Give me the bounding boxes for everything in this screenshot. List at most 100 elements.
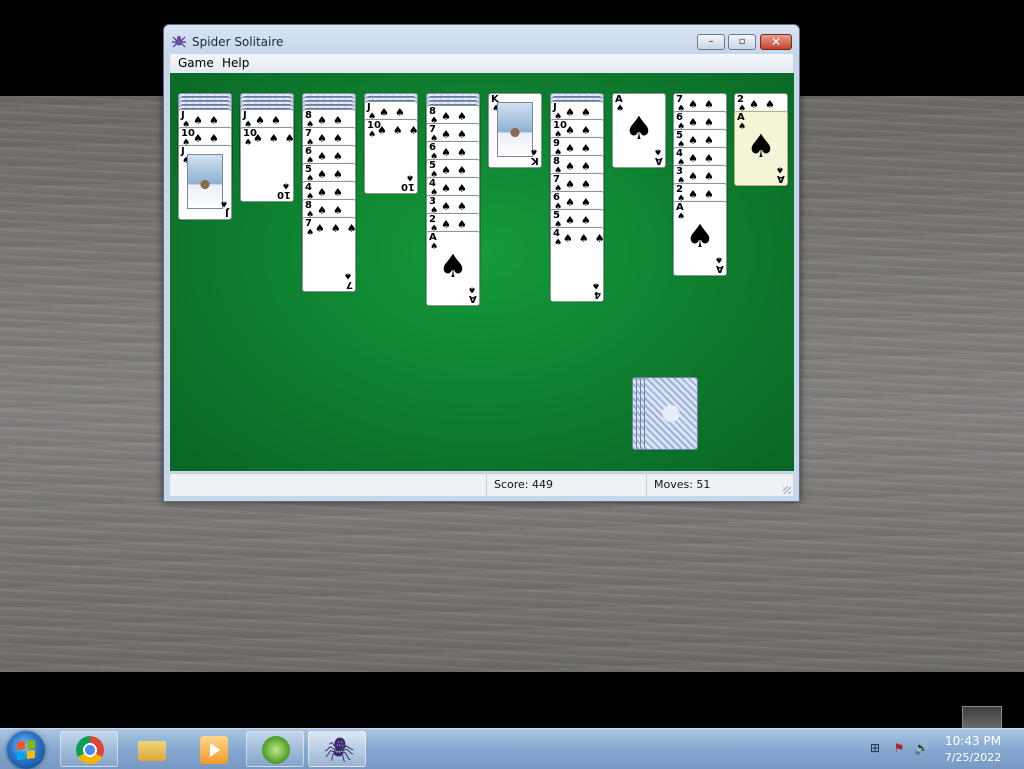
spade-icon: ♠ [554,238,563,248]
card-pips: ♠♠ [565,160,597,173]
spade-icon: ♠ [591,280,600,290]
card-pips: ♠♠ [193,132,225,145]
card-pips: ♠♠ [688,134,720,147]
taskbar-windows-update[interactable] [246,731,304,767]
spade-icon: ♠ [775,164,784,174]
card[interactable]: 4♠♠♠♠♠4♠ [550,227,604,302]
clock-time[interactable]: 10:43 PM [930,734,1016,748]
spade-icon: ♠ [281,180,290,190]
card-pips: ♠♠ [379,106,411,119]
spider-icon [172,36,186,48]
card-pips: ♠♠ [193,114,225,127]
spade-icon: ♠ [219,198,228,208]
card-pips: ♠♠ [565,196,597,209]
card-pips: ♠♠♠♠♠♠♠ [315,222,355,235]
card-pips: ♠♠ [688,152,720,165]
card-pips: ♠♠ [255,114,287,127]
start-button[interactable] [7,731,45,769]
card-pips: ♠♠ [688,98,720,111]
title-bar[interactable]: Spider Solitaire – ▫ ✕ [164,25,799,55]
card-pips: ♠♠ [317,204,349,217]
volume-icon[interactable]: 🔊 [914,741,929,755]
spade-icon: ♠ [714,254,723,264]
chrome-icon [76,736,104,764]
card-pips: ♠♠ [441,128,473,141]
minimize-button[interactable]: – [697,34,725,50]
card-pips: ♠♠ [317,132,349,145]
spade-icon: ♠ [685,217,715,255]
card[interactable]: 7♠♠♠♠♠♠♠♠7♠ [302,217,356,292]
taskbar-media-player[interactable] [184,731,242,767]
spade-icon: ♠ [653,146,662,156]
spade-icon: ♠ [624,109,654,147]
card-pips: ♠♠ [317,150,349,163]
moves-display: Moves: 51 [646,474,786,496]
window-title: Spider Solitaire [192,35,284,49]
card-pips: ♠♠ [565,178,597,191]
menu-bar: Game Help [170,54,793,73]
preview-thumbnail [962,706,1002,730]
card-pips: ♠♠ [441,164,473,177]
taskbar: 🕷 ⊞ ⚑ 🔊 10:43 PM 7/25/2022 [0,728,1024,769]
spade-icon: ♠ [368,130,377,140]
card-pips: ♠♠ [317,186,349,199]
card-pips: ♠♠ [441,200,473,213]
card[interactable]: K♠K♠ [488,93,542,168]
close-button[interactable]: ✕ [760,34,792,50]
face-card-art [187,154,223,209]
card-pips: ♠♠ [565,142,597,155]
taskbar-spider-solitaire[interactable]: 🕷 [308,731,366,767]
card-pips: ♠♠ [441,110,473,123]
score-display: Score: 449 [486,474,644,496]
stock-card-back[interactable] [644,377,698,450]
card[interactable]: A ♠ ♠ A ♠ [426,231,480,306]
action-center-flag-icon[interactable]: ⚑ [892,741,906,755]
card[interactable]: A ♠ ♠ A ♠ [673,201,727,276]
card-pips: ♠♠ [317,114,349,127]
card-pips: ♠♠♠♠♠♠♠♠♠♠ [377,124,417,137]
spade-icon: ♠ [306,228,315,238]
card-pips: ♠♠ [749,98,781,111]
maximize-button[interactable]: ▫ [728,34,756,50]
maximize-icon: ▫ [738,36,746,47]
card[interactable]: 10♠♠♠♠♠♠♠♠♠♠♠10♠ [240,127,294,202]
card-pips: ♠♠ [565,214,597,227]
spade-icon: ♠ [438,247,468,285]
stock-pile[interactable] [632,377,704,453]
card-pips: ♠♠ [441,218,473,231]
card-pips: ♠♠♠♠♠♠♠♠♠♠ [253,132,293,145]
menu-game[interactable]: Game [178,56,214,70]
network-icon[interactable]: ⊞ [868,741,882,755]
windows-logo-icon [17,740,35,760]
file-explorer-icon [138,741,166,761]
game-board[interactable]: J♠♠♠10♠♠♠J♠J♠J♠♠♠10♠♠♠♠♠♠♠♠♠♠♠10♠8♠♠♠7♠♠… [170,73,794,471]
close-icon: ✕ [770,35,782,49]
spade-icon: ♠ [343,270,352,280]
card[interactable]: J♠J♠ [178,145,232,220]
card-pips: ♠♠ [441,182,473,195]
spade-icon: ♠ [244,138,253,148]
spider-solitaire-icon: 🕷 [324,736,355,764]
status-bar: Score: 449 Moves: 51 [170,473,793,496]
menu-help[interactable]: Help [222,56,249,70]
spade-icon: ♠ [529,146,538,156]
face-card-art [497,102,533,157]
card-pips: ♠♠ [688,188,720,201]
card-pips: ♠♠ [565,106,597,119]
card[interactable]: A ♠ ♠ A ♠ [612,93,666,168]
spade-icon: ♠ [467,284,476,294]
card-pips: ♠♠ [441,146,473,159]
resize-grip-icon[interactable] [783,486,791,494]
clock-date[interactable]: 7/25/2022 [930,751,1016,764]
card[interactable]: 10♠♠♠♠♠♠♠♠♠♠♠10♠ [364,119,418,194]
card-pips: ♠♠ [688,116,720,129]
card-pips: ♠♠♠♠ [563,232,603,245]
minimize-icon: – [708,36,714,47]
card-pips: ♠♠ [565,124,597,137]
card-pips: ♠♠ [688,170,720,183]
taskbar-chrome[interactable] [60,731,118,767]
taskbar-explorer[interactable] [122,731,180,767]
card-pips: ♠♠ [317,168,349,181]
windows-update-icon [262,736,290,764]
spider-solitaire-window[interactable]: Spider Solitaire – ▫ ✕ Game Help J ♠ ♠♠ 10 ♠… [163,24,800,502]
